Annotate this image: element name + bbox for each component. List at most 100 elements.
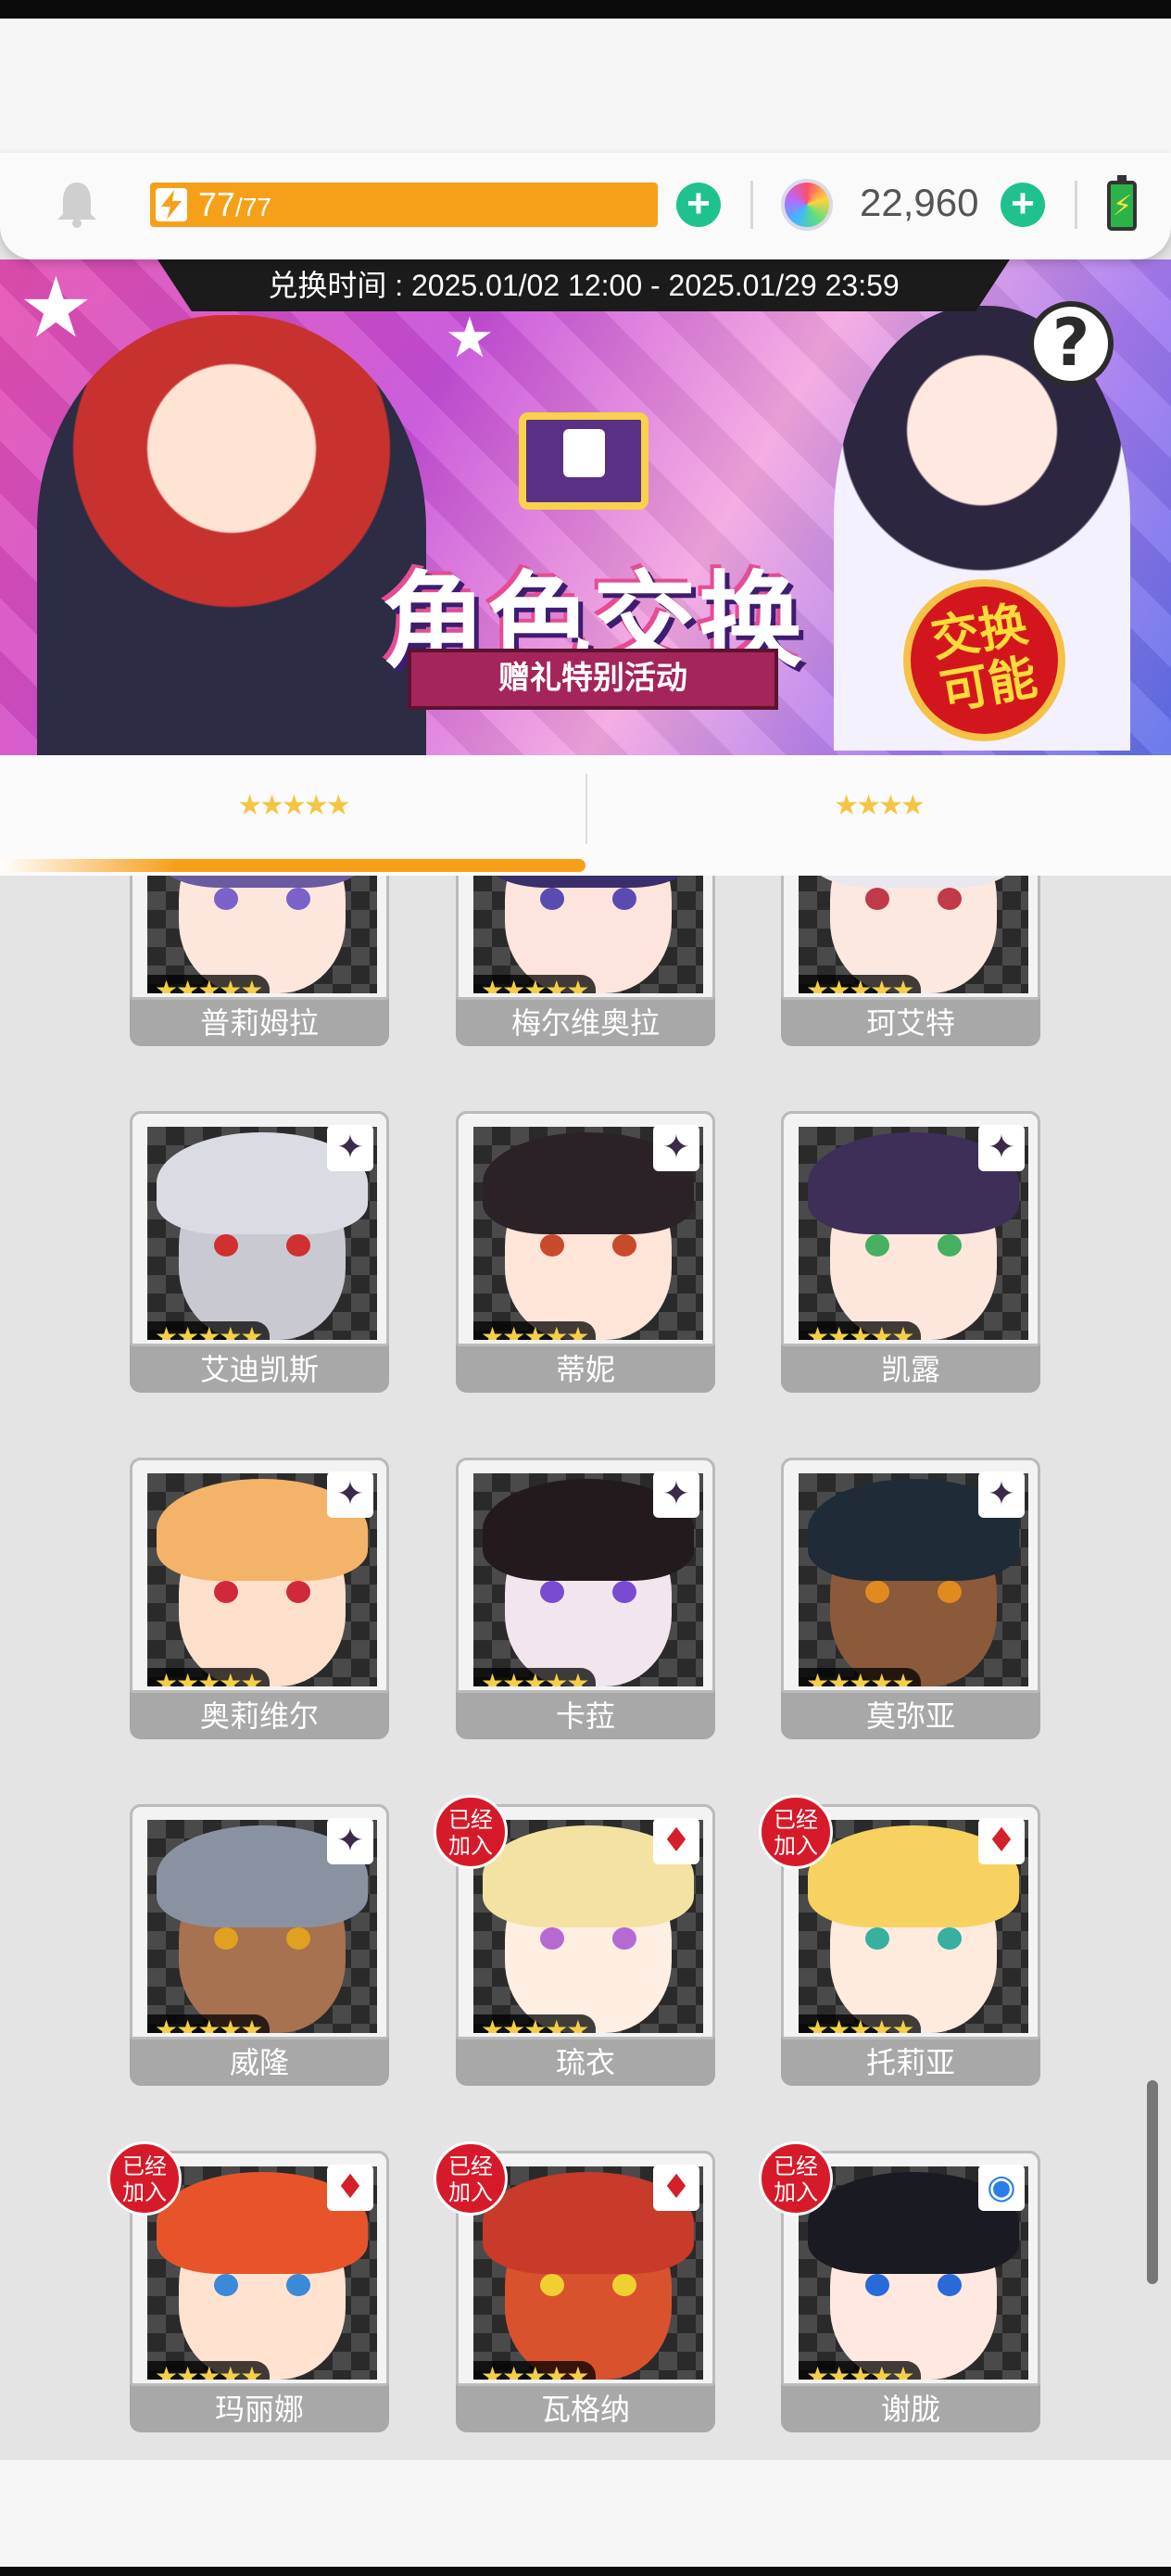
- rating-stars: ★★★★★: [473, 975, 596, 993]
- joined-badge: 已经 加入: [434, 2141, 508, 2216]
- dark-element-icon: ✦: [653, 1125, 699, 1171]
- portrait-eyes: [865, 2274, 962, 2296]
- bell-icon[interactable]: [56, 179, 98, 229]
- star-decoration-icon: ★: [19, 259, 94, 357]
- character-name: 托莉亚: [865, 2045, 955, 2080]
- rating-stars: ★★★★★: [473, 1321, 596, 1340]
- portrait-frame: ★★★★★ ✦: [456, 1458, 715, 1693]
- envelope-icon: [519, 412, 648, 510]
- rating-stars: ★★★★★: [799, 1668, 921, 1686]
- portrait-eyes: [214, 1927, 310, 1950]
- portrait-frame: ★★★★★ ✦: [130, 1804, 389, 2039]
- blue-element-icon: ◉: [978, 2165, 1025, 2211]
- portrait-eyes: [865, 1234, 962, 1256]
- add-gem-button[interactable]: +: [1001, 183, 1045, 227]
- help-button[interactable]: ?: [1028, 301, 1114, 386]
- energy-bar: 77/77: [150, 183, 658, 227]
- energy-count: 77/77: [198, 186, 271, 226]
- rating-stars: ★★★★★: [473, 2361, 596, 2380]
- character-portrait: ★★★★★: [799, 876, 1028, 993]
- character-card[interactable]: ★★★★★ ✦ 蒂妮: [456, 1111, 715, 1393]
- tab-four-star[interactable]: ★★★★: [586, 755, 1171, 876]
- red-element-icon: ♦: [653, 2165, 699, 2211]
- dark-element-icon: ✦: [327, 1125, 373, 1171]
- system-status-bar: [0, 0, 1171, 19]
- banner-character-left: [37, 315, 426, 755]
- dark-element-icon: ✦: [653, 1471, 699, 1518]
- character-card[interactable]: ★★★★★ ✦ 卡菈: [456, 1458, 715, 1739]
- character-card[interactable]: ★★★★★✦ 珂艾特: [781, 876, 1040, 1046]
- energy-current: 77: [198, 185, 236, 223]
- character-name: 普莉姆拉: [199, 1005, 319, 1041]
- character-name: 奥莉维尔: [199, 1698, 319, 1734]
- character-card[interactable]: ★★★★★ ♦ 托莉亚 已经 加入: [759, 1795, 1040, 2086]
- rarity-tabs: ★★★★★ ★★★★: [0, 755, 1171, 876]
- rating-stars: ★★★★★: [799, 2014, 921, 2033]
- joined-badge: 已经 加入: [759, 1795, 833, 1869]
- resource-bar: 77/77 + 22,960 + ⚡: [0, 153, 1171, 259]
- portrait-eyes: [214, 1234, 310, 1256]
- active-tab-indicator: [0, 859, 586, 872]
- portrait-frame: ★★★★★✦: [130, 876, 389, 1000]
- character-card[interactable]: ★★★★★ ✦ 威隆: [130, 1804, 389, 2086]
- character-card[interactable]: ★★★★★✦ 梅尔维奥拉: [456, 876, 715, 1046]
- character-name: 凯露: [880, 1352, 940, 1387]
- red-element-icon: ♦: [653, 1818, 699, 1864]
- character-card[interactable]: ★★★★★✦ 普莉姆拉: [130, 876, 389, 1046]
- joined-label-2: 加入: [448, 2179, 493, 2205]
- character-card[interactable]: ★★★★★ ♦ 瓦格纳 已经 加入: [434, 2141, 715, 2432]
- bottom-edge: [0, 2567, 1171, 2576]
- portrait-eyes: [865, 1927, 962, 1950]
- rating-stars: ★★★★★: [799, 2361, 921, 2380]
- dark-element-icon: ✦: [327, 1818, 373, 1864]
- red-element-icon: ♦: [978, 1818, 1025, 1864]
- rating-stars: ★★★★★: [473, 2014, 596, 2033]
- portrait-frame: ★★★★★✦: [781, 1111, 1040, 1346]
- portrait-eyes: [540, 1927, 636, 1950]
- bottom-navigation-bar: [0, 2460, 1171, 2576]
- character-name: 莫弥亚: [865, 1698, 955, 1734]
- joined-label-1: 已经: [448, 1807, 493, 1833]
- portrait-eyes: [214, 2274, 310, 2296]
- scrollbar[interactable]: [1147, 2080, 1158, 2284]
- tab-five-star[interactable]: ★★★★★: [0, 755, 586, 876]
- character-card[interactable]: ★★★★★ ♦ 琉衣 已经 加入: [434, 1795, 715, 2086]
- rating-stars: ★★★★★: [799, 1321, 921, 1340]
- rating-stars: ★★★★★: [147, 2014, 270, 2033]
- rating-stars: ★★★★★: [799, 975, 921, 993]
- character-card[interactable]: ★★★★★ ✦ 凯露: [781, 1111, 1040, 1393]
- character-name: 琉衣: [555, 2045, 615, 2080]
- joined-label-1: 已经: [122, 2153, 167, 2179]
- character-name: 威隆: [229, 2045, 289, 2080]
- character-card[interactable]: ★★★★★ ✦ 莫弥亚: [781, 1458, 1040, 1739]
- character-name: 谢胧: [880, 2392, 940, 2427]
- dark-element-icon: ✦: [978, 1471, 1025, 1518]
- dark-element-icon: ✦: [327, 1471, 373, 1518]
- character-card[interactable]: ★★★★★ ✦ 艾迪凯斯: [130, 1111, 389, 1393]
- rating-stars: ★★★★★: [147, 975, 270, 993]
- rating-stars: ★★★★★: [473, 1668, 596, 1686]
- lightning-icon: [156, 188, 187, 221]
- character-card[interactable]: ★★★★★ ◉ 谢胧 已经 加入: [759, 2141, 1040, 2432]
- joined-label-2: 加入: [774, 2179, 818, 2205]
- portrait-eyes: [865, 1581, 962, 1603]
- character-card[interactable]: ★★★★★ ✦ 奥莉维尔: [130, 1458, 389, 1739]
- joined-label-1: 已经: [448, 2153, 493, 2179]
- portrait-frame: ★★★★★✦: [130, 1458, 389, 1693]
- character-name: 卡菈: [555, 1698, 615, 1734]
- joined-label-1: 已经: [774, 2153, 818, 2179]
- divider: [750, 181, 753, 229]
- portrait-eyes: [214, 888, 310, 910]
- character-card[interactable]: ★★★★★ ♦ 玛丽娜 已经 加入: [107, 2141, 389, 2432]
- exchange-time: 兑换时间 : 2025.01/02 12:00 - 2025.01/29 23:…: [157, 259, 1010, 311]
- character-grid: ★★★★★✦普莉姆拉★★★★★✦梅尔维奥拉★★★★★✦珂艾特★★★★★✦艾迪凯斯…: [0, 876, 1171, 2456]
- portrait-eyes: [540, 2274, 636, 2296]
- joined-badge: 已经 加入: [107, 2141, 182, 2216]
- rating-stars: ★★★★★: [147, 1321, 270, 1340]
- red-element-icon: ♦: [327, 2165, 373, 2211]
- add-energy-button[interactable]: +: [676, 183, 721, 227]
- portrait-frame: ★★★★★✦: [781, 876, 1040, 1000]
- joined-badge: 已经 加入: [759, 2141, 833, 2216]
- portrait-frame: ★★★★★ ✦: [130, 1111, 389, 1346]
- rainbow-gem-icon: [781, 179, 833, 231]
